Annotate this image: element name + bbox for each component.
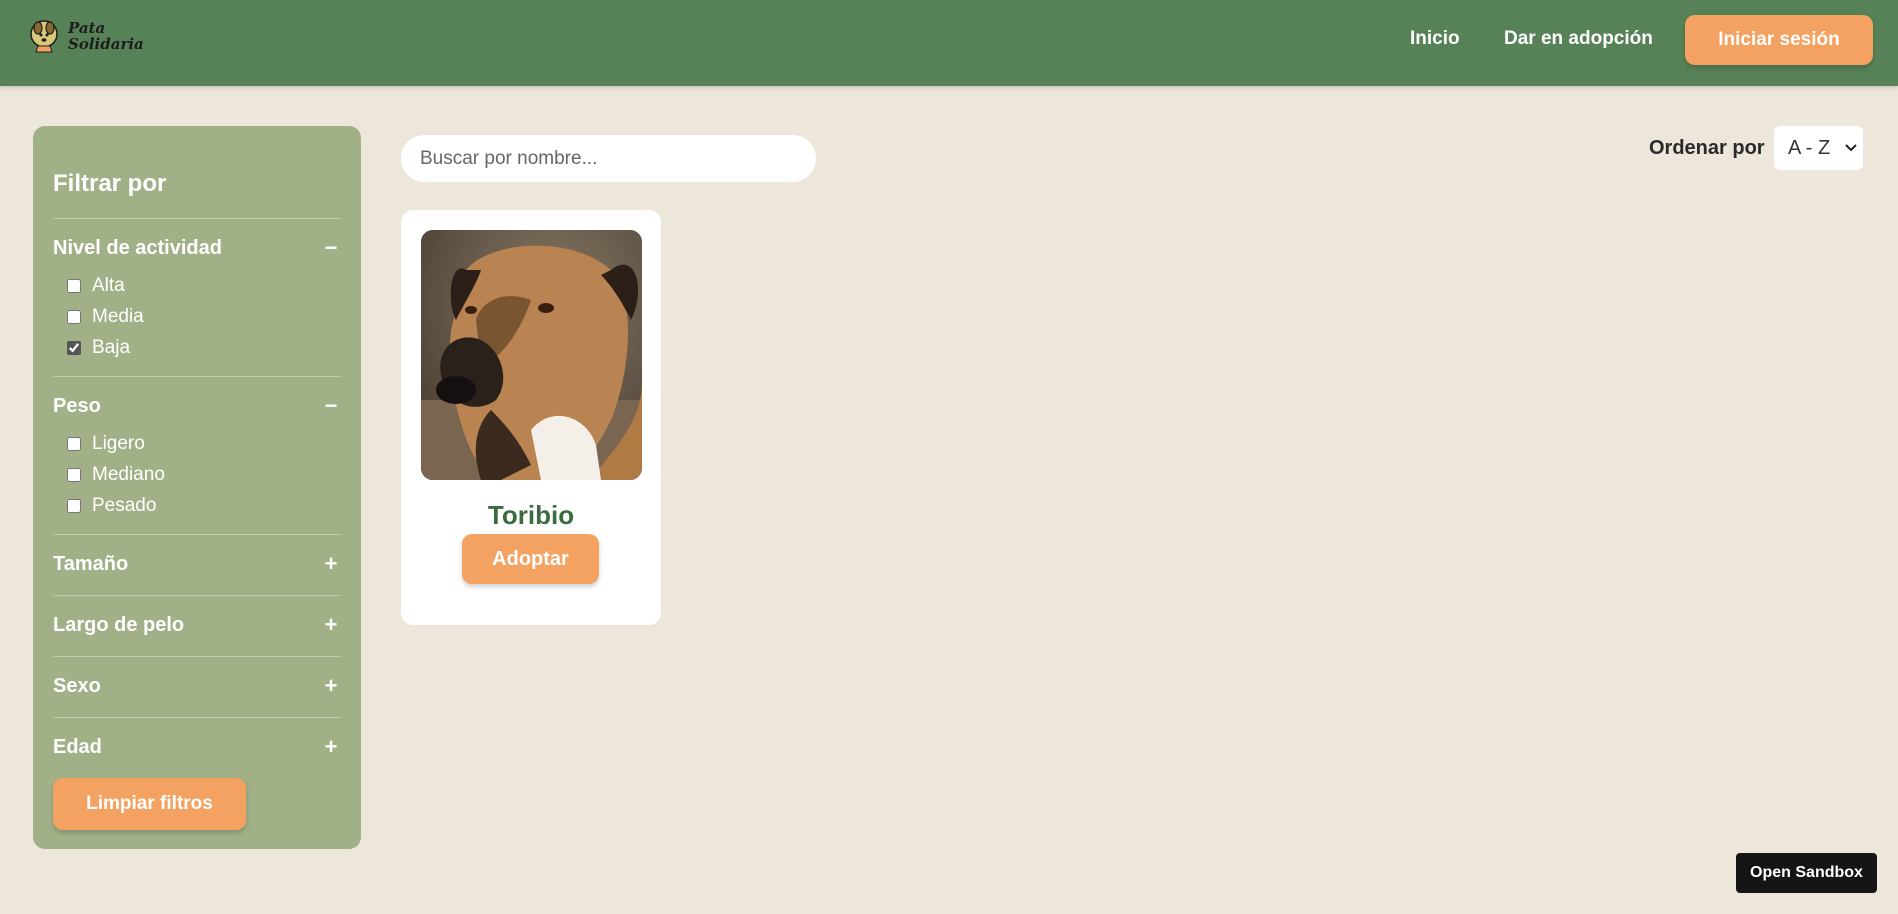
nav-link-give-adoption[interactable]: Dar en adopción: [1504, 28, 1653, 50]
checkbox-mediano[interactable]: [67, 468, 81, 482]
divider: [53, 534, 341, 535]
checkbox-option-ligero[interactable]: Ligero: [67, 433, 145, 455]
nav-link-home[interactable]: Inicio: [1410, 28, 1460, 50]
option-label: Ligero: [92, 433, 145, 454]
filter-section-label: Peso: [53, 394, 101, 417]
filter-section-label: Nivel de actividad: [53, 236, 222, 259]
logo-text-line2: Solidaria: [68, 35, 144, 53]
expand-icon[interactable]: +: [321, 551, 341, 577]
divider: [53, 717, 341, 718]
option-label: Pesado: [92, 495, 157, 516]
filter-section-activity[interactable]: Nivel de actividad −: [53, 235, 341, 261]
clear-filters-button[interactable]: Limpiar filtros: [53, 778, 246, 830]
open-sandbox-button[interactable]: Open Sandbox: [1736, 853, 1877, 893]
dog-logo-icon: [30, 20, 58, 53]
filter-title: Filtrar por: [53, 170, 167, 197]
filter-section-size[interactable]: Tamaño +: [53, 551, 341, 577]
collapse-icon[interactable]: −: [321, 235, 341, 261]
divider: [53, 218, 341, 219]
pet-name: Toribio: [487, 500, 575, 530]
filter-section-label: Largo de pelo: [53, 613, 185, 636]
search-input[interactable]: [401, 135, 816, 182]
top-nav-bar: Pata Solidaria Inicio Dar en adopción In…: [0, 0, 1898, 86]
pet-card: Toribio Adoptar: [401, 210, 661, 625]
checkbox-option-baja[interactable]: Baja: [67, 337, 130, 359]
expand-icon[interactable]: +: [321, 673, 341, 699]
filter-section-label: Sexo: [53, 674, 101, 697]
adopt-button[interactable]: Adoptar: [462, 534, 599, 584]
divider: [53, 656, 341, 657]
filter-section-sex[interactable]: Sexo +: [53, 673, 341, 699]
expand-icon[interactable]: +: [321, 612, 341, 638]
checkbox-option-mediano[interactable]: Mediano: [67, 464, 165, 486]
dog-photo-image: [421, 230, 642, 480]
filter-sidebar: Filtrar por Nivel de actividad − Alta Me…: [33, 126, 361, 849]
option-label: Alta: [92, 275, 125, 296]
login-button[interactable]: Iniciar sesión: [1685, 15, 1873, 65]
checkbox-ligero[interactable]: [67, 437, 81, 451]
checkbox-option-pesado[interactable]: Pesado: [67, 495, 156, 517]
divider: [53, 595, 341, 596]
expand-icon[interactable]: +: [321, 734, 341, 760]
option-label: Media: [92, 306, 144, 327]
checkbox-option-media[interactable]: Media: [67, 306, 144, 328]
checkbox-pesado[interactable]: [67, 499, 81, 513]
checkbox-media[interactable]: [67, 310, 81, 324]
checkbox-option-alta[interactable]: Alta: [67, 275, 125, 297]
chevron-down-icon: [1845, 144, 1857, 152]
logo[interactable]: Pata Solidaria: [28, 18, 144, 54]
filter-section-hair[interactable]: Largo de pelo +: [53, 612, 341, 638]
filter-section-label: Edad: [53, 735, 102, 758]
logo-text-line1: Pata: [68, 19, 106, 37]
divider: [53, 376, 341, 377]
sort-selected-value: A - Z: [1788, 136, 1831, 159]
sort-select[interactable]: A - Z: [1774, 126, 1863, 170]
checkbox-alta[interactable]: [67, 279, 81, 293]
sort-label: Ordenar por: [1649, 137, 1765, 159]
filter-section-age[interactable]: Edad +: [53, 734, 341, 760]
pet-photo: [421, 230, 642, 480]
option-label: Mediano: [92, 464, 165, 485]
filter-section-weight[interactable]: Peso −: [53, 393, 341, 419]
collapse-icon[interactable]: −: [321, 393, 341, 419]
checkbox-baja[interactable]: [67, 341, 81, 355]
option-label: Baja: [92, 337, 131, 358]
filter-section-label: Tamaño: [53, 552, 129, 575]
logo-text: Pata Solidaria: [68, 20, 144, 52]
